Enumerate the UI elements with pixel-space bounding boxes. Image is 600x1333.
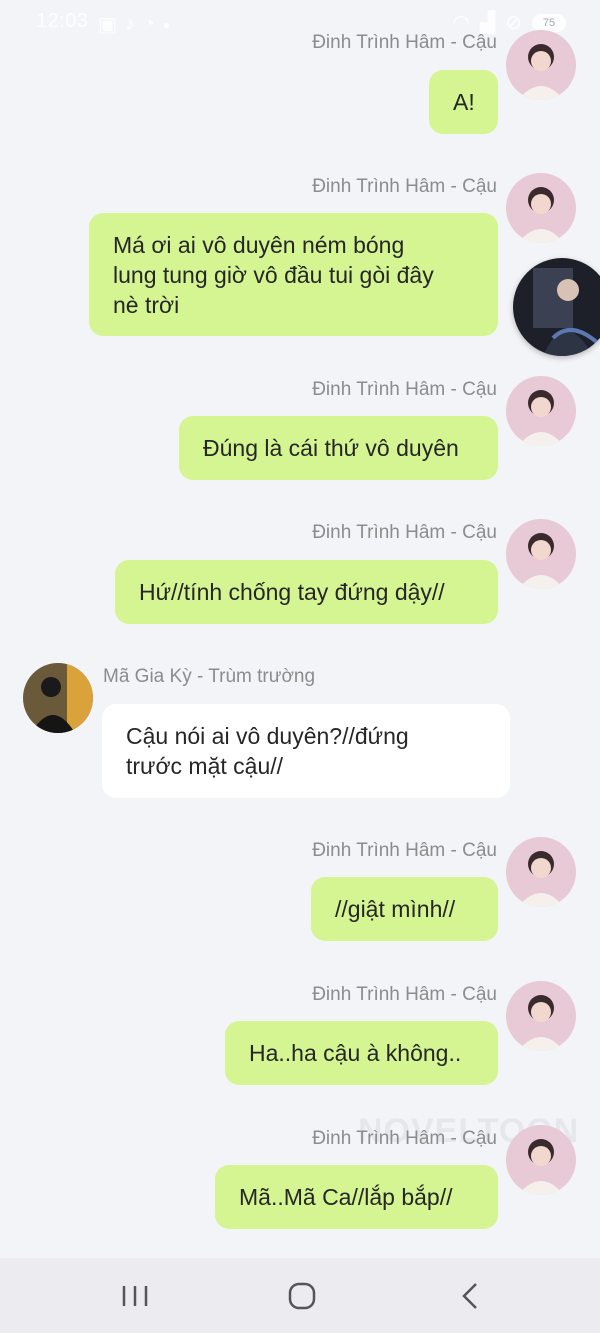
avatar[interactable] (506, 519, 576, 589)
message-text: Hứ//tính chống tay đứng dậy// (139, 579, 445, 605)
recent-apps-button[interactable] (110, 1276, 160, 1316)
gallery-icon: ▣ (98, 14, 117, 36)
status-time: 12:03 (36, 10, 89, 32)
message-bubble[interactable]: Cậu nói ai vô duyên?//đứng trước mặt cậu… (102, 704, 510, 798)
sender-name: Đinh Trình Hâm - Cậu (312, 984, 497, 1005)
sender-name: Đinh Trình Hâm - Cậu (312, 522, 497, 543)
avatar[interactable] (23, 663, 93, 733)
message-bubble[interactable]: A! (429, 70, 498, 134)
avatar-photo-icon (506, 519, 576, 589)
avatar[interactable] (506, 837, 576, 907)
sender-name: Đinh Trình Hâm - Cậu (312, 840, 497, 861)
back-icon (462, 1283, 477, 1309)
status-bar: 12:03 ▣ ♪ ◔ ● ◠ ▟ ⊘ 75 (0, 0, 600, 44)
message-text: A! (453, 89, 475, 115)
avatar[interactable] (506, 981, 576, 1051)
message-text-line: lung tung giờ vô đầu tui gòi đây (113, 261, 434, 288)
message-text-line: trước mặt cậu// (126, 753, 284, 779)
sender-name: Đinh Trình Hâm - Cậu (312, 379, 497, 400)
message-text: Đúng là cái thứ vô duyên (203, 435, 459, 461)
message-bubble[interactable]: //giật mình// (311, 877, 498, 941)
message-text: Ha..ha cậu à không.. (249, 1040, 462, 1066)
avatar[interactable] (506, 376, 576, 446)
avatar-photo-icon (506, 173, 576, 243)
avatar-photo-icon (506, 30, 576, 100)
floating-photo-icon (513, 258, 600, 356)
sender-name: Đinh Trình Hâm - Cậu (312, 1128, 497, 1149)
messenger-icon: ◔ (142, 13, 155, 35)
message-text: //giật mình// (335, 896, 456, 922)
avatar[interactable] (506, 173, 576, 243)
message-bubble[interactable]: Má ơi ai vô duyên ném bóng lung tung giờ… (89, 213, 498, 336)
recent-apps-icon (122, 1286, 148, 1306)
system-navigation-bar (0, 1258, 600, 1333)
message-bubble[interactable]: Hứ//tính chống tay đứng dậy// (115, 560, 498, 624)
do-not-disturb-icon: ⊘ (505, 12, 522, 34)
message-bubble[interactable]: Ha..ha cậu à không.. (225, 1021, 498, 1085)
avatar-photo-icon (506, 837, 576, 907)
floating-chat-head[interactable] (513, 258, 600, 356)
sender-name: Đinh Trình Hâm - Cậu (312, 176, 497, 197)
message-text-line: nè trời (113, 291, 180, 318)
back-button[interactable] (445, 1276, 495, 1316)
avatar-photo-icon (23, 663, 93, 733)
message-text: Mã..Mã Ca//lắp bắp// (239, 1184, 453, 1210)
tiktok-icon: ♪ (124, 13, 135, 35)
sender-name: Đinh Trình Hâm - Cậu (312, 32, 497, 53)
message-bubble[interactable]: Đúng là cái thứ vô duyên (179, 416, 498, 480)
dot-icon: ● (163, 17, 171, 32)
avatar-photo-icon (506, 981, 576, 1051)
home-icon (288, 1282, 316, 1310)
sender-name: Mã Gia Kỳ - Trùm trường (103, 666, 316, 687)
status-notification-icons: ▣ ♪ ◔ ● (98, 12, 170, 37)
home-button[interactable] (277, 1276, 327, 1316)
avatar-photo-icon (506, 376, 576, 446)
message-text-line: Má ơi ai vô duyên ném bóng (113, 231, 405, 258)
message-bubble[interactable]: Mã..Mã Ca//lắp bắp// (215, 1165, 498, 1229)
avatar-photo-icon (506, 1125, 576, 1195)
avatar[interactable] (506, 30, 576, 100)
battery-icon: 75 (532, 13, 566, 32)
avatar[interactable] (506, 1125, 576, 1195)
message-text-line: Cậu nói ai vô duyên?//đứng (126, 723, 409, 749)
